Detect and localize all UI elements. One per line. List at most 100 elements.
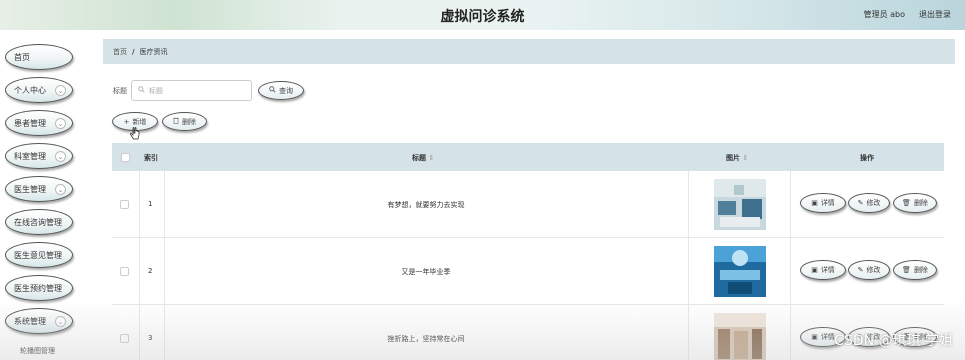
sidebar-item-label: 在线咨询管理 — [14, 217, 62, 227]
edit-button[interactable]: ✎ 修改 — [848, 260, 890, 280]
app-title: 虚拟问诊系统 — [440, 9, 525, 25]
sidebar-item-label: 医生管理 — [14, 184, 46, 194]
plus-icon: + — [123, 117, 130, 126]
breadcrumb-home[interactable]: 首页 — [113, 47, 127, 57]
search-placeholder: 标题 — [149, 86, 163, 95]
sidebar-subitem-carousel[interactable]: 轮播图管理 — [20, 346, 55, 356]
row-checkbox[interactable] — [120, 267, 129, 276]
row-checkbox[interactable] — [120, 200, 129, 209]
col-header-image[interactable]: 图片 ⇕ — [726, 153, 748, 163]
admin-user-label: 管理员 abo — [863, 10, 905, 19]
column-divider — [790, 171, 791, 237]
sidebar-item-doctors[interactable]: 医生管理 ⌄ — [5, 176, 73, 202]
logout-link[interactable]: 退出登录 — [919, 9, 951, 20]
table-header: 索引 标题 ⇕ 图片 ⇕ 操作 — [112, 143, 944, 171]
search-input[interactable]: 标题 — [131, 80, 252, 101]
col-header-title[interactable]: 标题 ⇕ — [412, 153, 434, 163]
row-index: 3 — [148, 334, 153, 342]
edit-button-label: 修改 — [866, 266, 881, 274]
search-icon — [269, 86, 276, 95]
column-divider — [790, 238, 791, 304]
detail-button-label: 详情 — [820, 266, 835, 274]
detail-icon: ▣ — [811, 333, 818, 341]
row-title: 有梦想，就要努力去实现 — [387, 201, 465, 209]
trash-icon — [173, 117, 179, 126]
bulk-delete-label: 删除 — [182, 117, 196, 126]
detail-icon: ▣ — [811, 266, 818, 274]
search-icon — [138, 86, 145, 95]
row-title: 又是一年毕业季 — [401, 268, 451, 276]
column-divider — [139, 238, 140, 304]
column-divider — [688, 171, 689, 237]
column-divider — [139, 305, 140, 360]
sidebar-item-label: 患者管理 — [14, 118, 46, 128]
detail-button[interactable]: ▣ 详情 — [800, 260, 846, 280]
sidebar-item-label: 首页 — [14, 52, 30, 62]
watermark-text: CSDN @琪琪 学姐 — [834, 333, 953, 349]
sidebar-item-personal-center[interactable]: 个人中心 ⌄ — [5, 77, 73, 103]
sidebar-item-departments[interactable]: 科室管理 ⌄ — [5, 143, 73, 169]
sidebar-item-home[interactable]: 首页 — [5, 44, 73, 70]
delete-button-label: 删除 — [913, 266, 928, 274]
delete-button[interactable]: 🗑 删除 — [893, 193, 937, 213]
sidebar-item-label: 科室管理 — [14, 151, 46, 161]
edit-button-label: 修改 — [866, 199, 881, 207]
row-index: 2 — [148, 267, 153, 275]
detail-button[interactable]: ▣ 详情 — [800, 193, 846, 213]
row-title: 挫折路上，坚持常在心间 — [387, 335, 465, 343]
breadcrumb-current: 医疗资讯 — [139, 47, 168, 56]
column-divider — [164, 305, 165, 360]
edit-icon: ✎ — [857, 199, 864, 207]
row-index: 1 — [148, 200, 153, 208]
search-label: 标题 — [113, 87, 127, 95]
edit-button[interactable]: ✎ 修改 — [848, 193, 890, 213]
breadcrumb-separator: / — [132, 47, 135, 56]
edit-icon: ✎ — [857, 266, 864, 274]
add-button-label: 新增 — [132, 117, 147, 126]
chevron-down-icon: ⌄ — [55, 118, 66, 129]
top-header: 虚拟问诊系统 管理员 abo 退出登录 — [0, 0, 965, 30]
chevron-down-icon: ⌄ — [55, 85, 66, 96]
sidebar-item-doctor-opinions[interactable]: 医生意见管理 — [5, 242, 73, 268]
table-row: 3 挫折路上，坚持常在心间 ▣ 详情 ✎ 修改 🗑 删除 — [112, 305, 944, 360]
sort-icon: ⇕ — [742, 154, 749, 162]
row-thumbnail-image[interactable] — [714, 246, 766, 297]
col-header-index: 索引 — [144, 154, 158, 162]
col-header-image-label: 图片 — [726, 154, 740, 162]
trash-icon: 🗑 — [902, 199, 911, 207]
sidebar-item-label: 医生意见管理 — [14, 250, 62, 260]
sidebar-item-label: 医生预约管理 — [14, 283, 62, 293]
chevron-down-icon: ⌄ — [55, 184, 66, 195]
detail-icon: ▣ — [811, 199, 818, 207]
detail-button-label: 详情 — [820, 333, 835, 341]
trash-icon: 🗑 — [902, 266, 911, 274]
table-row: 1 有梦想，就要努力去实现 ▣ 详情 ✎ 修改 🗑 删除 — [112, 171, 944, 238]
delete-button-label: 删除 — [913, 199, 928, 207]
hand-cursor-icon — [130, 127, 140, 143]
row-checkbox[interactable] — [120, 334, 129, 343]
column-divider — [790, 305, 791, 360]
column-divider — [688, 238, 689, 304]
search-button-label: 查询 — [279, 86, 293, 95]
detail-button-label: 详情 — [820, 199, 835, 207]
sidebar-item-online-consult[interactable]: 在线咨询管理 — [5, 209, 73, 235]
search-button[interactable]: 查询 — [258, 81, 304, 100]
delete-button[interactable]: 🗑 删除 — [893, 260, 937, 280]
col-header-actions: 操作 — [860, 154, 874, 162]
sidebar-item-appointments[interactable]: 医生预约管理 — [5, 275, 73, 301]
column-divider — [139, 171, 140, 237]
col-header-title-label: 标题 — [412, 154, 426, 162]
sidebar-item-patients[interactable]: 患者管理 ⌄ — [5, 110, 73, 136]
table-row: 2 又是一年毕业季 ▣ 详情 ✎ 修改 🗑 删除 — [112, 238, 944, 305]
chevron-down-icon: ⌄ — [55, 151, 66, 162]
row-thumbnail-image[interactable] — [714, 313, 766, 360]
sidebar-item-label: 系统管理 — [14, 316, 46, 326]
sidebar-item-system[interactable]: 系统管理 ⌄ — [5, 308, 73, 334]
column-divider — [688, 305, 689, 360]
sidebar-item-label: 个人中心 — [14, 85, 46, 95]
bulk-delete-button[interactable]: 删除 — [162, 112, 207, 131]
row-thumbnail-image[interactable] — [714, 179, 766, 230]
select-all-checkbox[interactable] — [121, 153, 130, 162]
chevron-down-icon: ⌄ — [55, 316, 66, 327]
sidebar: 首页 个人中心 ⌄ 患者管理 ⌄ 科室管理 ⌄ 医生管理 ⌄ 在线咨询管理 医生… — [0, 30, 85, 360]
